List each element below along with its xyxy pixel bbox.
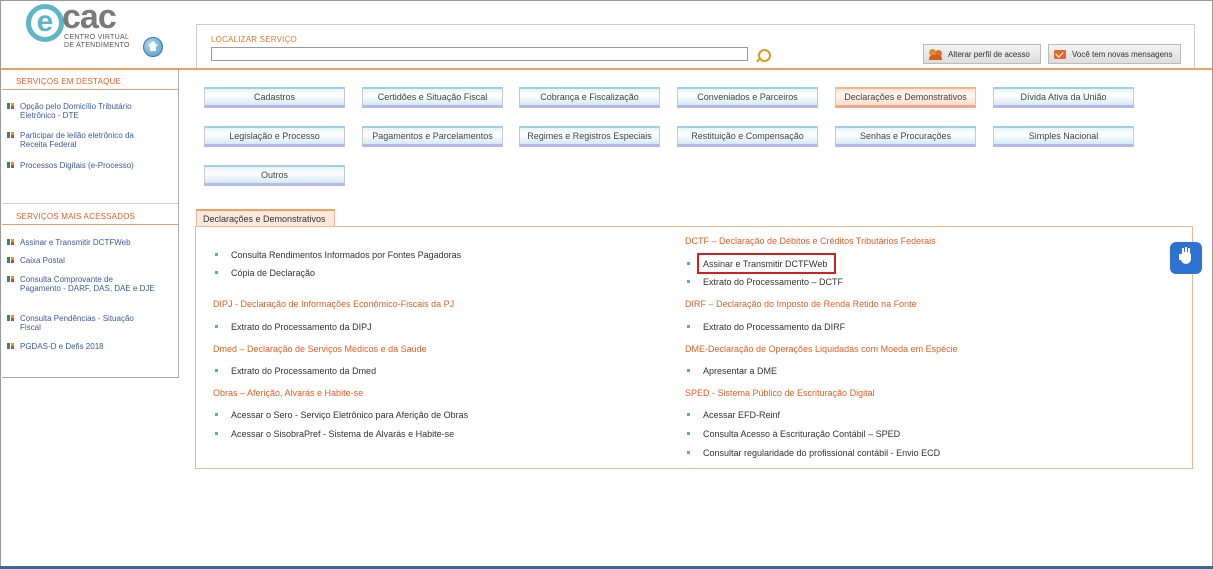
category-pagamentos[interactable]: Pagamentos e Parcelamentos	[362, 126, 503, 147]
most-accessed-underline	[2, 224, 178, 225]
logo-subtitle-line2: DE ATENDIMENTO	[64, 42, 130, 49]
sidebar-item-label: Participar de leilão eletrônico da Recei…	[20, 131, 134, 149]
featured-title-underline	[2, 89, 178, 90]
people-icon	[929, 49, 943, 60]
category-simples[interactable]: Simples Nacional	[993, 126, 1134, 147]
sidebar-item-label: Consulta Comprovante de Pagamento - DARF…	[20, 275, 155, 293]
search-input[interactable]	[211, 47, 748, 61]
category-cadastros[interactable]: Cadastros	[204, 87, 345, 108]
section-title-dctf: DCTF – Declaração de Débitos e Créditos …	[685, 236, 936, 246]
sidebar-item-label: Assinar e Transmitir DCTFWeb	[20, 238, 131, 247]
link-consulta-rendimentos[interactable]: Consulta Rendimentos Informados por Font…	[213, 250, 461, 260]
section-title-dmed: Dmed – Declaração de Serviços Médicos e …	[213, 344, 427, 354]
sidebar-item-dctfweb[interactable]: Assinar e Transmitir DCTFWeb	[7, 238, 155, 247]
link-extrato-dctf[interactable]: Extrato do Processamento – DCTF	[685, 277, 843, 287]
link-consulta-sped[interactable]: Consulta Acesso à Escrituração Contábil …	[685, 429, 900, 439]
category-legislacao[interactable]: Legislação e Processo	[204, 126, 345, 147]
category-certidoes[interactable]: Certidões e Situação Fiscal	[362, 87, 503, 108]
link-regularidade-contabil[interactable]: Consultar regularidade do profissional c…	[685, 448, 940, 458]
logo-subtitle: CENTRO VIRTUAL DE ATENDIMENTO	[64, 34, 130, 50]
category-regimes[interactable]: Regimes e Registros Especiais	[519, 126, 660, 147]
bullet-icon	[7, 343, 14, 349]
logo-wordmark: cac	[62, 0, 117, 36]
sidebar-item-caixa-postal[interactable]: Caixa Postal	[7, 256, 155, 265]
sidebar-item-eprocesso[interactable]: Processos Digitais (e-Processo)	[7, 161, 155, 170]
sidebar-item-label: Opção pelo Domicílio Tributário Eletrôni…	[20, 102, 132, 120]
messages-label: Você tem novas mensagens	[1072, 50, 1173, 59]
accessibility-button[interactable]	[1170, 242, 1202, 274]
highlight-box	[697, 253, 836, 274]
sidebar-item-label: Consulta Pendências - Situação Fiscal	[20, 314, 134, 332]
sign-language-hand-icon	[1178, 248, 1194, 268]
bullet-icon	[7, 315, 14, 321]
link-sisobrapref[interactable]: Acessar o SisobraPref - Sistema de Alvar…	[213, 429, 454, 439]
section-title-sped: SPED - Sistema Público de Escrituração D…	[685, 388, 875, 398]
link-apresentar-dme[interactable]: Apresentar a DME	[685, 366, 777, 376]
section-title-obras: Obras – Aferição, Alvarás e Habite-se	[213, 388, 364, 398]
section-title-dme: DME-Declaração de Operações Liquidadas c…	[685, 344, 958, 354]
sidebar-item-leilao[interactable]: Participar de leilão eletrônico da Recei…	[7, 131, 155, 149]
category-divida-ativa[interactable]: Dívida Ativa da União	[993, 87, 1134, 108]
header-divider	[1, 68, 1212, 70]
sidebar-separator	[2, 203, 178, 204]
link-extrato-dirf[interactable]: Extrato do Processamento da DIRF	[685, 322, 845, 332]
messages-button[interactable]: Você tem novas mensagens	[1048, 44, 1181, 64]
featured-services-title: SERVIÇOS EM DESTAQUE	[16, 77, 122, 86]
sidebar-item-pendencias[interactable]: Consulta Pendências - Situação Fiscal	[7, 314, 155, 332]
sidebar-item-label: Processos Digitais (e-Processo)	[20, 161, 134, 170]
link-copia-declaracao[interactable]: Cópia de Declaração	[213, 268, 315, 278]
change-profile-button[interactable]: Alterar perfil de acesso	[923, 44, 1041, 64]
category-senhas[interactable]: Senhas e Procurações	[835, 126, 976, 147]
category-cobranca[interactable]: Cobrança e Fiscalização	[519, 87, 660, 108]
search-icon[interactable]	[758, 49, 771, 62]
bullet-icon	[7, 162, 14, 168]
change-profile-label: Alterar perfil de acesso	[948, 50, 1030, 59]
section-title-dirf: DIRF – Declaração do Imposto de Renda Re…	[685, 299, 917, 309]
sidebar-item-comprovante[interactable]: Consulta Comprovante de Pagamento - DARF…	[7, 275, 155, 293]
link-extrato-dipj[interactable]: Extrato do Processamento da DIPJ	[213, 322, 372, 332]
search-label: LOCALIZAR SERVIÇO	[211, 35, 297, 44]
logo-e-mark: e	[26, 4, 64, 42]
bullet-icon	[7, 103, 14, 109]
link-extrato-dmed[interactable]: Extrato do Processamento da Dmed	[213, 366, 376, 376]
sidebar-item-label: PGDAS-D e Defis 2018	[20, 342, 104, 351]
section-title-dipj: DIPJ - Declaração de Informações Econômi…	[213, 299, 455, 309]
home-icon[interactable]	[143, 37, 163, 57]
category-outros[interactable]: Outros	[204, 165, 345, 186]
link-sero[interactable]: Acessar o Sero - Serviço Eletrônico para…	[213, 410, 468, 420]
mail-icon	[1054, 50, 1066, 59]
bullet-icon	[7, 239, 14, 245]
bullet-icon	[7, 132, 14, 138]
category-restituicao[interactable]: Restituição e Compensação	[677, 126, 818, 147]
ecac-logo[interactable]: e cac CENTRO VIRTUAL DE ATENDIMENTO	[26, 0, 136, 50]
sidebar-item-dte[interactable]: Opção pelo Domicílio Tributário Eletrôni…	[7, 102, 155, 120]
sidebar-item-label: Caixa Postal	[20, 256, 65, 265]
link-efd-reinf[interactable]: Acessar EFD-Reinf	[685, 410, 780, 420]
sidebar-item-pgdas[interactable]: PGDAS-D e Defis 2018	[7, 342, 155, 351]
bullet-icon	[7, 276, 14, 282]
search-panel: LOCALIZAR SERVIÇO Alterar perfil de aces…	[196, 24, 1195, 70]
most-accessed-title: SERVIÇOS MAIS ACESSADOS	[16, 212, 136, 221]
category-declaracoes[interactable]: Declarações e Demonstrativos	[835, 87, 976, 108]
tab-declaracoes[interactable]: Declarações e Demonstrativos	[196, 209, 335, 227]
category-conveniados[interactable]: Conveniados e Parceiros	[677, 87, 818, 108]
logo-subtitle-line1: CENTRO VIRTUAL	[64, 34, 130, 41]
bullet-icon	[7, 257, 14, 263]
